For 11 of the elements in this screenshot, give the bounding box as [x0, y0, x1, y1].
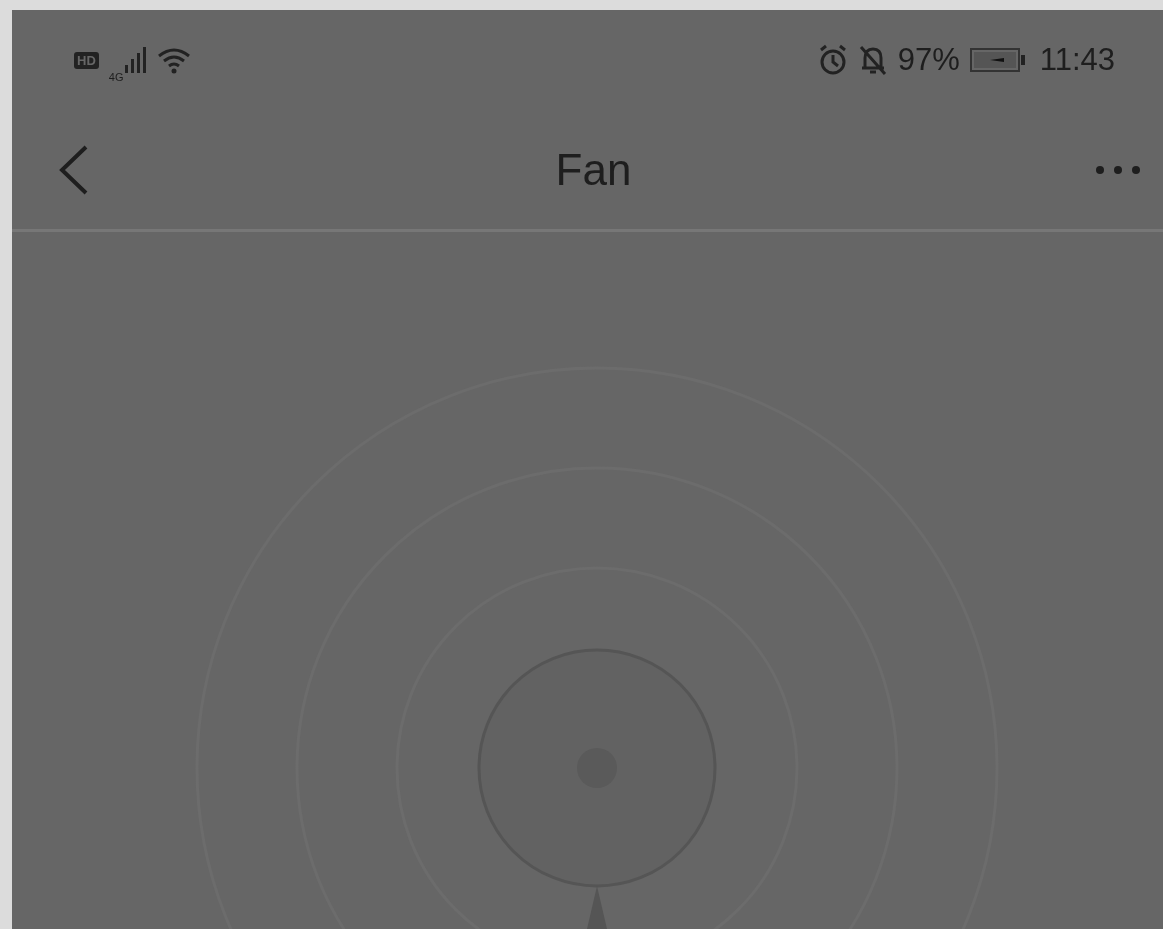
- battery-icon: [969, 48, 1026, 72]
- hd-badge: HD: [74, 51, 99, 69]
- page-title: Fan: [555, 144, 632, 195]
- wifi-icon: [157, 46, 192, 74]
- network-type: 4G: [108, 71, 124, 83]
- alarm-icon: [817, 44, 848, 76]
- battery-percent: 97%: [897, 42, 960, 78]
- more-icon[interactable]: [1095, 164, 1141, 175]
- muted-bell-icon: [857, 44, 888, 76]
- signal-icon: [125, 47, 148, 73]
- clock-time: 11:43: [1039, 42, 1115, 78]
